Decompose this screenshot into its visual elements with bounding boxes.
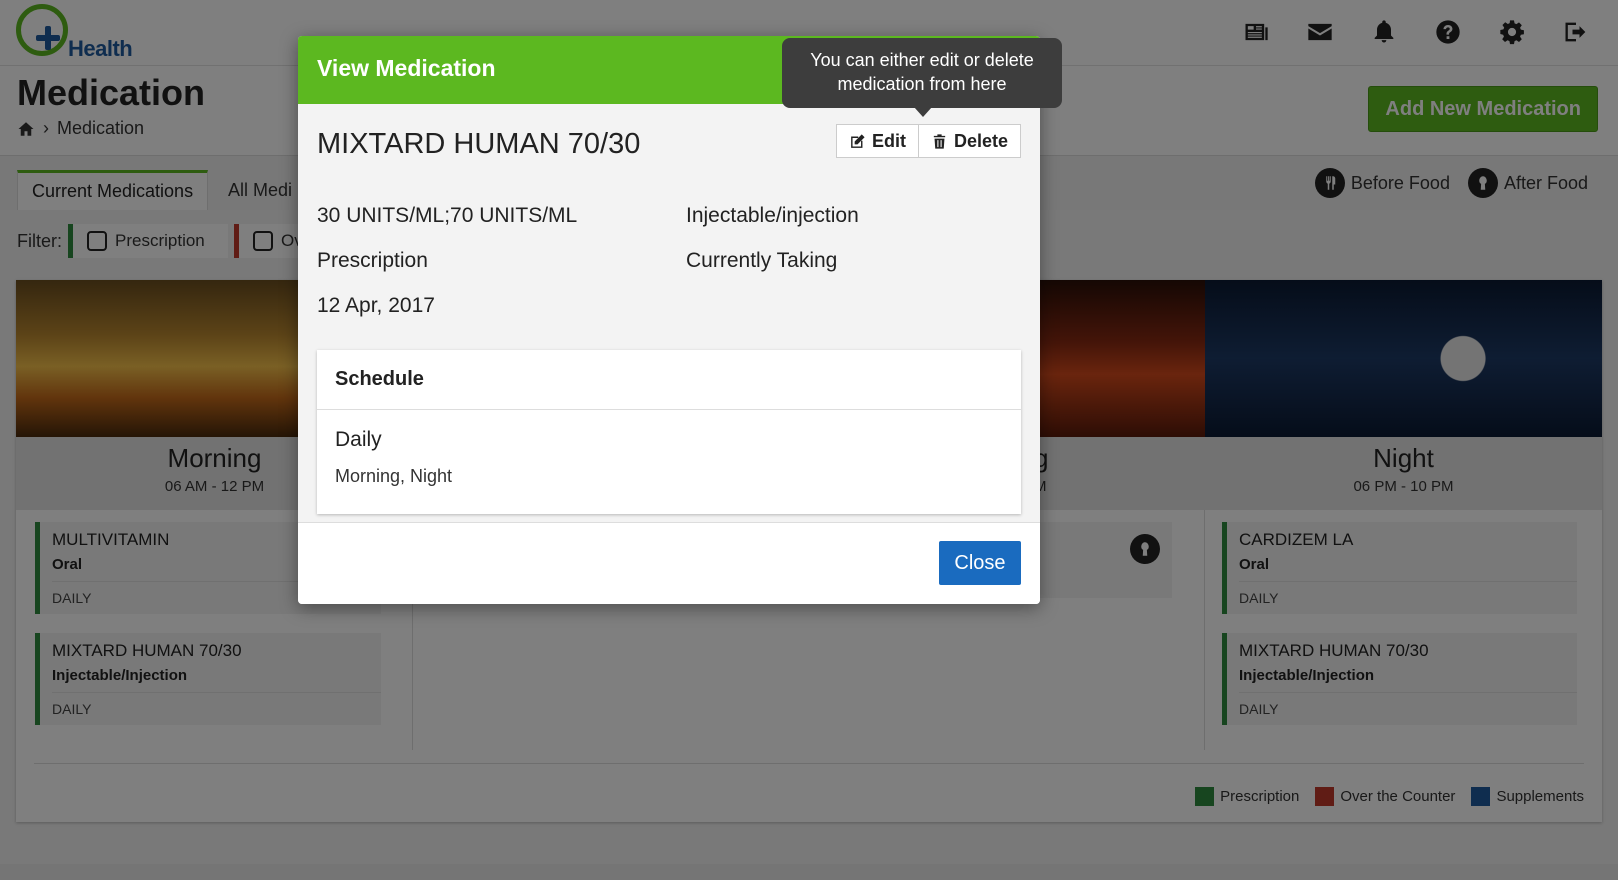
edit-button[interactable]: Edit xyxy=(835,124,919,158)
schedule-card: Schedule Daily Morning, Night xyxy=(317,350,1021,514)
schedule-frequency: Daily xyxy=(335,428,382,451)
tooltip-line-2: medication from here xyxy=(837,74,1007,94)
medication-status: Currently Taking xyxy=(686,249,838,272)
tooltip-line-1: You can either edit or delete xyxy=(810,50,1034,70)
schedule-times: Morning, Night xyxy=(335,466,453,486)
medication-name: MIXTARD HUMAN 70/30 xyxy=(317,128,641,160)
trash-icon xyxy=(933,133,946,149)
medication-form: Injectable/injection xyxy=(686,204,859,227)
action-buttons: Edit Delete xyxy=(835,124,1021,158)
delete-button[interactable]: Delete xyxy=(918,124,1021,158)
medication-strength: 30 UNITS/ML;70 UNITS/ML xyxy=(317,204,578,227)
edit-label: Edit xyxy=(871,130,906,151)
modal-body: MIXTARD HUMAN 70/30 Edit Delete 30 UNITS… xyxy=(298,104,1040,522)
help-tooltip: You can either edit or delete medication… xyxy=(782,38,1062,108)
close-button[interactable]: Close xyxy=(939,541,1021,585)
schedule-title: Schedule xyxy=(317,350,1021,410)
medication-type: Prescription xyxy=(317,249,428,272)
delete-label: Delete xyxy=(953,130,1008,151)
edit-icon xyxy=(851,133,865,148)
modal-footer: Close xyxy=(298,522,1040,604)
tooltip-arrow xyxy=(914,107,932,117)
medication-date: 12 Apr, 2017 xyxy=(317,294,435,317)
view-medication-modal: View Medication MIXTARD HUMAN 70/30 Edit… xyxy=(298,36,1040,604)
